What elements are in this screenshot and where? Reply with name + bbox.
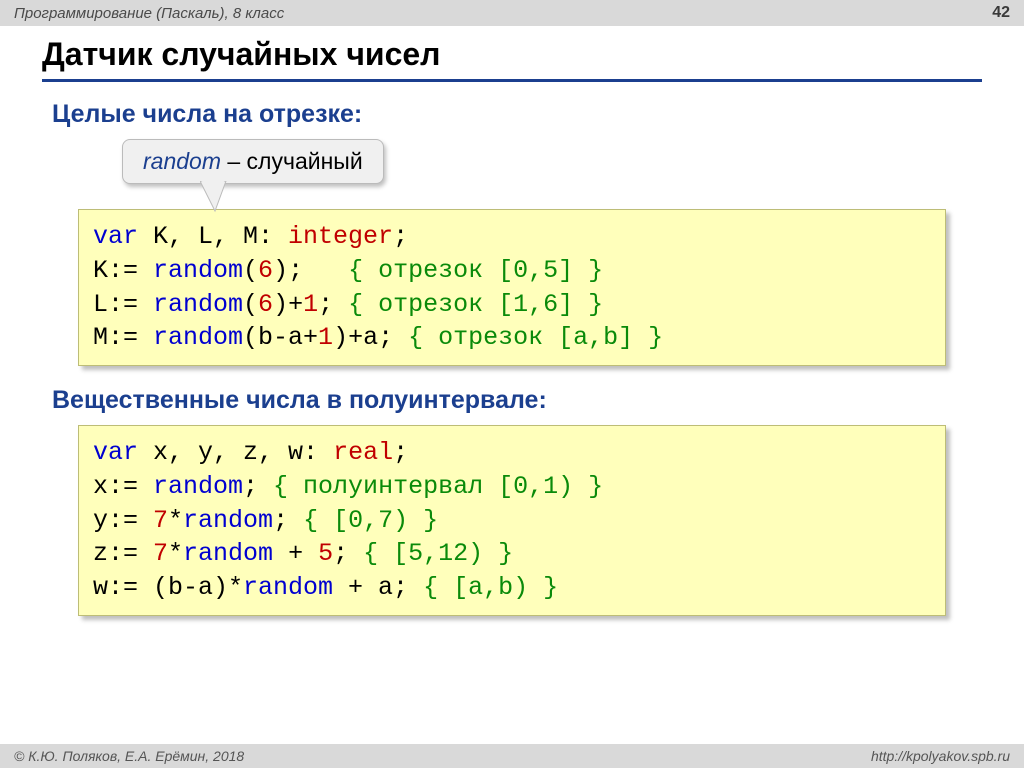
kw-random: random	[153, 323, 243, 352]
kw-random: random	[183, 539, 273, 568]
num-literal: 1	[318, 323, 333, 352]
code-text: y:=	[93, 506, 153, 535]
kw-random: random	[243, 573, 333, 602]
kw-var: var	[93, 438, 138, 467]
code-text: z:=	[93, 539, 153, 568]
callout-tail-icon	[200, 181, 236, 215]
copyright-text: © К.Ю. Поляков, Е.А. Ерёмин, 2018	[14, 748, 244, 764]
topbar: Программирование (Паскаль), 8 класс 42	[0, 0, 1024, 26]
code-text: x:=	[93, 472, 153, 501]
code-comment: { отрезок [1,6] }	[348, 290, 603, 319]
kw-real: real	[333, 438, 393, 467]
code-text: x, y, z, w:	[138, 438, 333, 467]
num-literal: 1	[303, 290, 318, 319]
code-text: ;	[243, 472, 273, 501]
code-text: *	[168, 539, 183, 568]
code-text: );	[273, 256, 348, 285]
callout-box: random – случайный	[122, 139, 384, 184]
section-2-title: Вещественные числа в полуинтервале:	[52, 386, 982, 415]
code-text: (	[243, 256, 258, 285]
kw-random: random	[153, 290, 243, 319]
code-comment: { [0,7) }	[303, 506, 438, 535]
code-box-1: var K, L, M: integer; K:= random(6); { о…	[78, 209, 946, 366]
code-text: ;	[393, 222, 408, 251]
code-text: (	[243, 290, 258, 319]
kw-random: random	[153, 256, 243, 285]
num-literal: 7	[153, 506, 168, 535]
kw-random: random	[183, 506, 273, 535]
code-comment: { [5,12) }	[363, 539, 513, 568]
callout-keyword: random	[143, 148, 221, 174]
code-comment: { [a,b) }	[423, 573, 558, 602]
kw-integer: integer	[288, 222, 393, 251]
course-label: Программирование (Паскаль), 8 класс	[14, 5, 284, 22]
num-literal: 6	[258, 290, 273, 319]
footer-url: http://kpolyakov.spb.ru	[871, 748, 1010, 764]
code-comment: { отрезок [0,5] }	[348, 256, 603, 285]
code-comment: { полуинтервал [0,1) }	[273, 472, 603, 501]
callout-text: – случайный	[221, 148, 363, 174]
kw-var: var	[93, 222, 138, 251]
code-text: +	[273, 539, 318, 568]
slide-content: Датчик случайных чисел Целые числа на от…	[0, 26, 1024, 616]
code-text: L:=	[93, 290, 153, 319]
num-literal: 7	[153, 539, 168, 568]
code-text: )+a;	[333, 323, 408, 352]
code-text: M:=	[93, 323, 153, 352]
page-number: 42	[992, 4, 1010, 22]
code-text: ;	[318, 290, 348, 319]
code-text: ;	[393, 438, 408, 467]
code-box-2: var x, y, z, w: real; x:= random; { полу…	[78, 425, 946, 616]
kw-random: random	[153, 472, 243, 501]
section-1-title: Целые числа на отрезке:	[52, 100, 982, 129]
num-literal: 6	[258, 256, 273, 285]
code-text: K, L, M:	[138, 222, 288, 251]
callout-wrap: random – случайный	[122, 139, 982, 203]
code-comment: { отрезок [a,b] }	[408, 323, 663, 352]
code-text: ;	[273, 506, 303, 535]
code-text: K:=	[93, 256, 153, 285]
footer: © К.Ю. Поляков, Е.А. Ерёмин, 2018 http:/…	[0, 744, 1024, 768]
code-text: w:= (b-a)*	[93, 573, 243, 602]
slide-title: Датчик случайных чисел	[42, 36, 982, 82]
code-text: + a;	[333, 573, 423, 602]
code-text: )+	[273, 290, 303, 319]
code-text: (b-a+	[243, 323, 318, 352]
num-literal: 5	[318, 539, 333, 568]
code-text: ;	[333, 539, 363, 568]
code-text: *	[168, 506, 183, 535]
